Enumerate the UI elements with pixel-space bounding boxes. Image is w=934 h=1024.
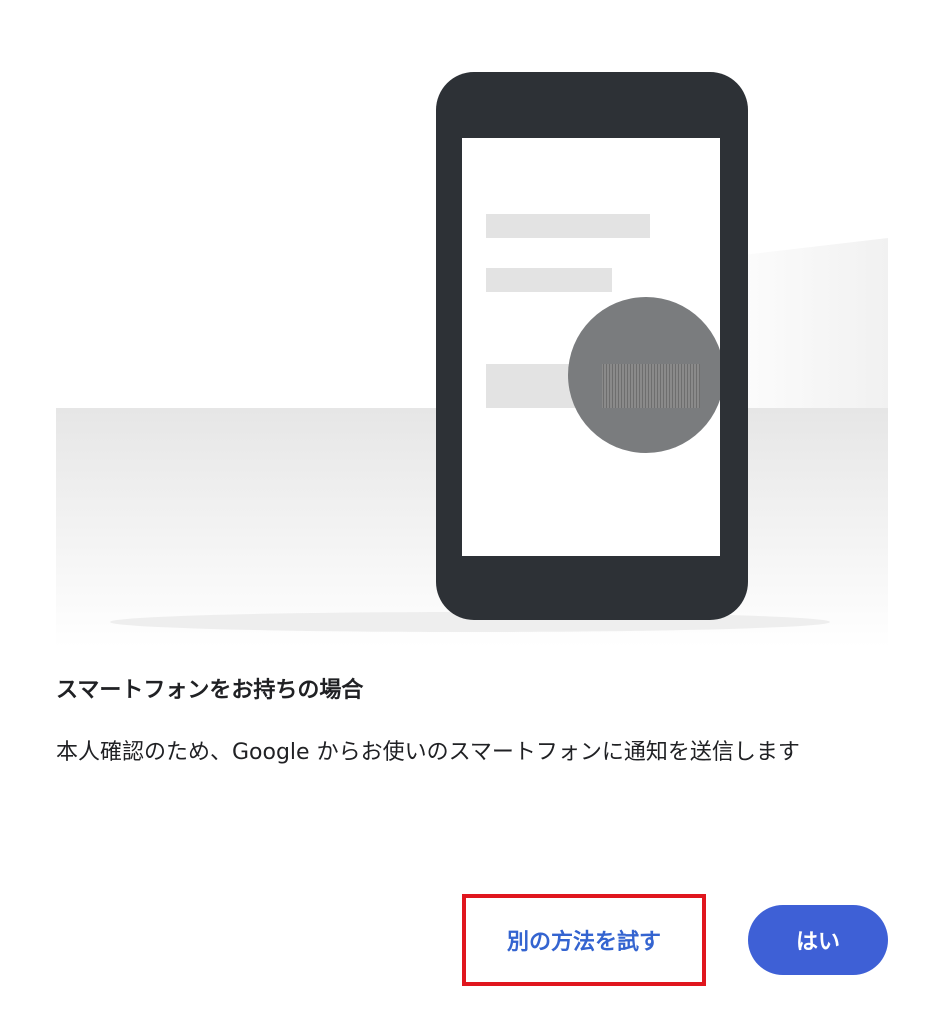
- phone-device-icon: [436, 72, 748, 620]
- phone-verification-page: スマートフォンをお持ちの場合 本人確認のため、Google からお使いのスマート…: [0, 0, 934, 1024]
- try-another-way-button[interactable]: 別の方法を試す: [462, 894, 706, 986]
- prompt-heading: スマートフォンをお持ちの場合: [56, 678, 364, 703]
- yes-button[interactable]: はい: [748, 905, 888, 975]
- action-bar: 別の方法を試す はい: [0, 890, 934, 990]
- prompt-description: 本人確認のため、Google からお使いのスマートフォンに通知を送信します: [56, 740, 800, 765]
- screen-line-1: [486, 214, 650, 238]
- smartphone-illustration: [0, 0, 934, 660]
- screen-line-2: [486, 268, 612, 292]
